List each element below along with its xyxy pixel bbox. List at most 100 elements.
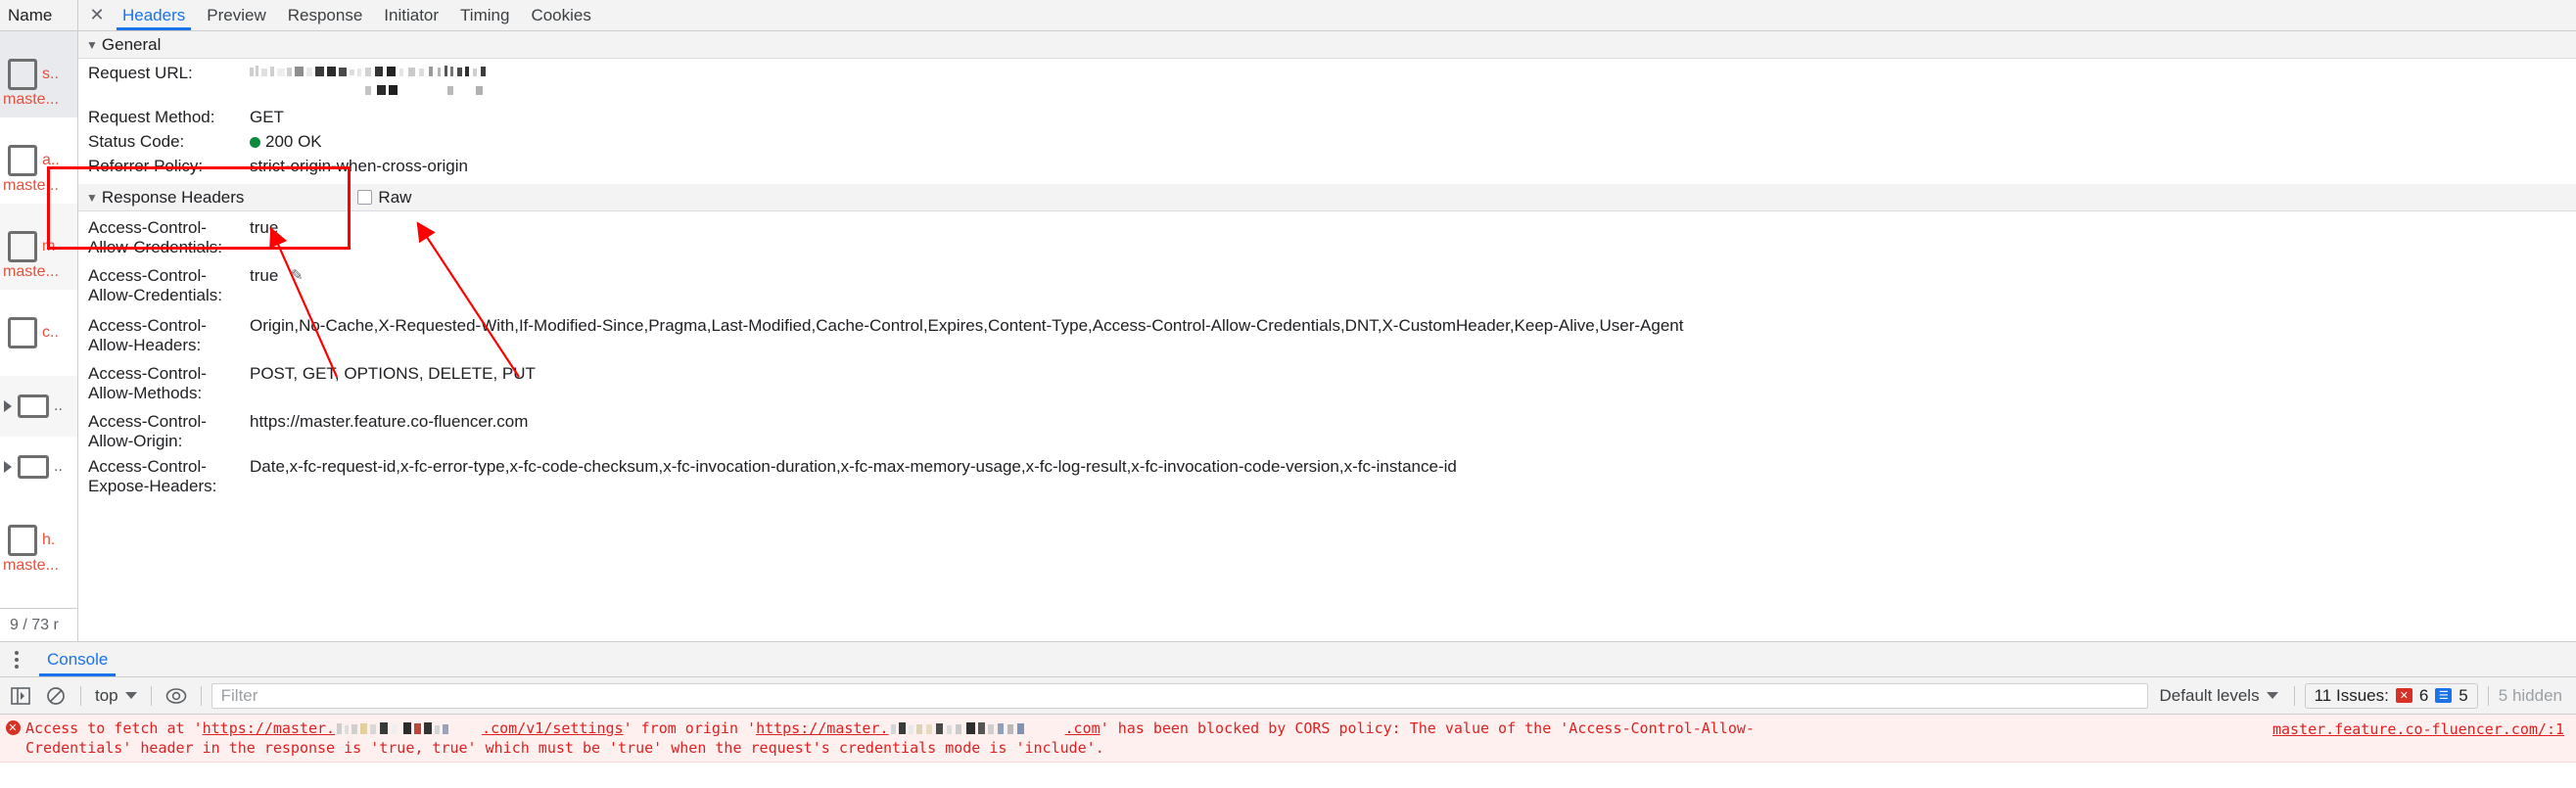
filter-placeholder: Filter <box>220 685 258 705</box>
response-headers-section-header[interactable]: ▼ Response Headers Raw <box>78 184 2576 211</box>
issues-error-icon: ✕ <box>2395 688 2412 703</box>
toolbar-divider <box>150 685 152 706</box>
list-item-sublabel: maste... <box>3 557 59 574</box>
raw-toggle[interactable]: Raw <box>357 188 411 208</box>
console-toolbar[interactable]: top Filter Default levels 11 Issues: ✕ 6… <box>0 677 2576 715</box>
tab-label: Timing <box>460 5 510 24</box>
list-item[interactable]: s.. maste... <box>0 31 77 117</box>
expand-triangle-icon[interactable] <box>4 461 12 473</box>
msg-part-1: Access to fetch at ' <box>25 719 203 737</box>
msg-url-1a[interactable]: https://master. <box>203 719 335 737</box>
request-list[interactable]: Name s.. maste... a.. maste... m maste..… <box>0 0 78 641</box>
list-item-sublabel: maste... <box>3 263 59 280</box>
header-key: Referrer Policy: <box>88 157 204 175</box>
console-message-text: Access to fetch at 'https://master. .com/… <box>25 718 2576 758</box>
msg-url-2b[interactable]: .com <box>1065 719 1101 737</box>
document-icon <box>8 525 37 556</box>
chevron-down-icon <box>124 692 137 699</box>
tab-console[interactable]: Console <box>33 642 121 676</box>
header-row: Access-Control-Allow-Origin: https://mas… <box>78 403 2576 451</box>
header-row: Access-Control-Expose-Headers: Date,x-fc… <box>78 451 2576 496</box>
tab-cookies[interactable]: Cookies <box>520 0 601 30</box>
header-key: Request URL: <box>88 64 193 82</box>
toolbar-divider <box>2293 685 2295 706</box>
header-row: Access-Control-Allow-Headers: Origin,No-… <box>78 305 2576 355</box>
msg-url-2a[interactable]: https://master. <box>756 719 888 737</box>
close-icon[interactable]: ✕ <box>82 0 112 30</box>
chevron-down-icon: ▼ <box>86 190 98 205</box>
general-section-header[interactable]: ▼ General <box>78 31 2576 59</box>
console-sidebar-icon[interactable] <box>6 681 35 711</box>
clear-console-icon[interactable] <box>41 681 70 711</box>
close-icon-glyph: ✕ <box>89 5 105 24</box>
list-item-label: .. <box>54 458 63 475</box>
tab-preview[interactable]: Preview <box>196 0 276 30</box>
status-code-text: 200 OK <box>265 132 322 151</box>
tab-label: Headers <box>122 5 186 24</box>
log-levels-selector[interactable]: Default levels <box>2154 686 2284 706</box>
list-item-label: c.. <box>42 324 59 341</box>
msg-url-1b[interactable]: .com/v1/settings <box>482 719 624 737</box>
toolbar-divider <box>2487 685 2489 706</box>
header-row: Request Method: GET <box>78 103 2576 127</box>
devtools-window: Name s.. maste... a.. maste... m maste..… <box>0 0 2576 788</box>
tab-response[interactable]: Response <box>277 0 374 30</box>
context-selector[interactable]: top <box>91 686 141 706</box>
raw-checkbox[interactable] <box>357 190 373 205</box>
list-item[interactable]: h. maste... <box>0 497 77 583</box>
log-levels-label: Default levels <box>2159 685 2260 705</box>
header-key: Access-Control-Allow-Methods: <box>88 364 207 402</box>
expand-triangle-icon[interactable] <box>4 400 12 412</box>
document-icon <box>8 231 37 262</box>
more-options-icon[interactable] <box>0 642 33 676</box>
list-item-sublabel: maste... <box>3 177 59 194</box>
issues-label: 11 Issues: <box>2314 685 2389 705</box>
document-icon <box>8 59 37 90</box>
filter-input[interactable]: Filter <box>211 682 2148 709</box>
header-row: Access-Control-Allow-Credentials: true ✎ <box>78 257 2576 305</box>
edit-pencil-icon[interactable]: ✎ <box>291 266 304 286</box>
tab-label: Initiator <box>384 5 440 24</box>
tab-initiator[interactable]: Initiator <box>373 0 449 30</box>
tab-headers[interactable]: Headers <box>112 0 196 30</box>
issues-info-count: 5 <box>2459 685 2468 705</box>
live-expression-icon[interactable] <box>162 681 191 711</box>
request-count-label: 9 / 73 r <box>10 616 59 633</box>
drawer-tab-strip[interactable]: Console <box>0 642 2576 677</box>
header-value: 200 OK <box>250 132 2576 152</box>
header-row: Referrer Policy: strict-origin-when-cros… <box>78 152 2576 176</box>
console-output[interactable]: ✕ Access to fetch at 'https://master. .co… <box>0 715 2576 788</box>
context-label: top <box>95 685 118 705</box>
toolbar-divider <box>200 685 202 706</box>
error-icon-glyph: ✕ <box>5 720 21 735</box>
folder-icon <box>18 394 49 418</box>
chevron-down-icon: ▼ <box>86 37 98 52</box>
header-value: true ✎ <box>250 266 2576 287</box>
document-icon <box>8 317 37 348</box>
response-headers-section-title: Response Headers <box>101 187 245 207</box>
redacted-url-line2 <box>365 83 561 103</box>
console-message-error[interactable]: ✕ Access to fetch at 'https://master. .co… <box>0 715 2576 763</box>
tab-timing[interactable]: Timing <box>449 0 520 30</box>
header-value: strict-origin-when-cross-origin <box>250 157 468 175</box>
header-row: Request URL: <box>78 59 2576 103</box>
list-item[interactable]: a.. maste... <box>0 117 77 204</box>
console-message-source-link[interactable]: master.feature.co-fluencer.com/:1 <box>2272 719 2564 739</box>
general-rows: Request URL: Request Method: GET Status … <box>78 59 2576 176</box>
header-value-text: true <box>250 266 279 285</box>
list-item[interactable]: m maste... <box>0 204 77 290</box>
request-list-body[interactable]: s.. maste... a.. maste... m maste... c.. <box>0 31 77 608</box>
issues-error-count: 6 <box>2418 685 2429 705</box>
folder-icon <box>18 455 49 479</box>
list-item[interactable]: .. <box>0 376 77 437</box>
header-value: Date,x-fc-request-id,x-fc-error-type,x-f… <box>250 457 1457 476</box>
list-item[interactable]: c.. <box>0 290 77 376</box>
detail-tab-strip[interactable]: ✕ Headers Preview Response Initiator Tim… <box>78 0 2576 31</box>
issues-button[interactable]: 11 Issues: ✕ 6 ☰ 5 <box>2304 682 2478 709</box>
raw-label: Raw <box>378 187 412 207</box>
header-value: true <box>250 218 279 237</box>
list-item-label: s.. <box>42 66 59 82</box>
list-item[interactable]: .. <box>0 437 77 497</box>
msg-part-2: ' from origin ' <box>623 719 757 737</box>
header-value: POST, GET, OPTIONS, DELETE, PUT <box>250 364 536 383</box>
